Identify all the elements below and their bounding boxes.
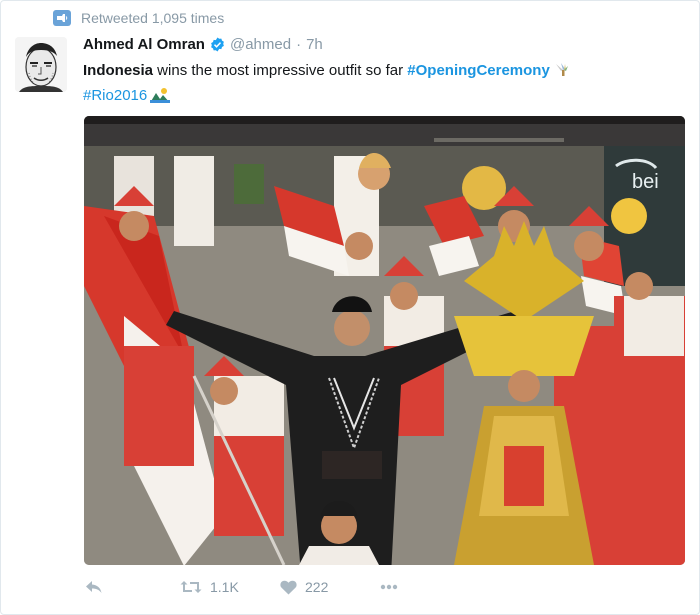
reply-icon <box>85 579 103 595</box>
verified-badge-icon <box>210 37 225 52</box>
more-button[interactable] <box>380 584 398 590</box>
hashtag-openingceremony[interactable]: #OpeningCeremony <box>407 62 550 79</box>
retweet-count: 1.1K <box>210 579 239 595</box>
rio-landscape-emoji-icon <box>150 85 171 110</box>
separator-dot: · <box>296 36 302 53</box>
retweet-button[interactable]: 1.1K <box>180 579 280 595</box>
retweet-count-text: Retweeted 1,095 times <box>81 10 225 26</box>
tweet-card: Retweeted 1,095 times Ahmed Al Omran @ah… <box>0 0 700 615</box>
author-name[interactable]: Ahmed Al Omran <box>83 36 205 53</box>
more-icon <box>380 584 398 590</box>
olympic-torch-emoji-icon <box>553 60 571 85</box>
tweet-bold-word: Indonesia <box>83 62 154 79</box>
retweet-badge-icon <box>53 10 71 26</box>
like-button[interactable]: 222 <box>280 579 380 595</box>
reply-button[interactable] <box>85 579 180 595</box>
like-count: 222 <box>305 579 329 595</box>
hashtag-rio2016[interactable]: #Rio2016 <box>83 87 147 104</box>
tweet-text: Indonesia wins the most impressive outfi… <box>83 60 663 110</box>
tweet-body: wins the most impressive outfit so far <box>153 62 408 79</box>
heart-icon <box>280 580 297 595</box>
tweet-actions: 1.1K 222 <box>85 579 398 595</box>
retweet-context: Retweeted 1,095 times <box>53 10 224 26</box>
svg-text:bei: bei <box>632 171 659 193</box>
tweet-header: Ahmed Al Omran @ahmed · 7h <box>83 36 323 53</box>
tweet-timestamp[interactable]: 7h <box>306 36 323 53</box>
retweet-icon <box>180 580 202 594</box>
tweet-photo[interactable]: bei <box>84 116 685 565</box>
avatar[interactable] <box>15 37 67 92</box>
author-handle[interactable]: @ahmed <box>230 36 291 53</box>
